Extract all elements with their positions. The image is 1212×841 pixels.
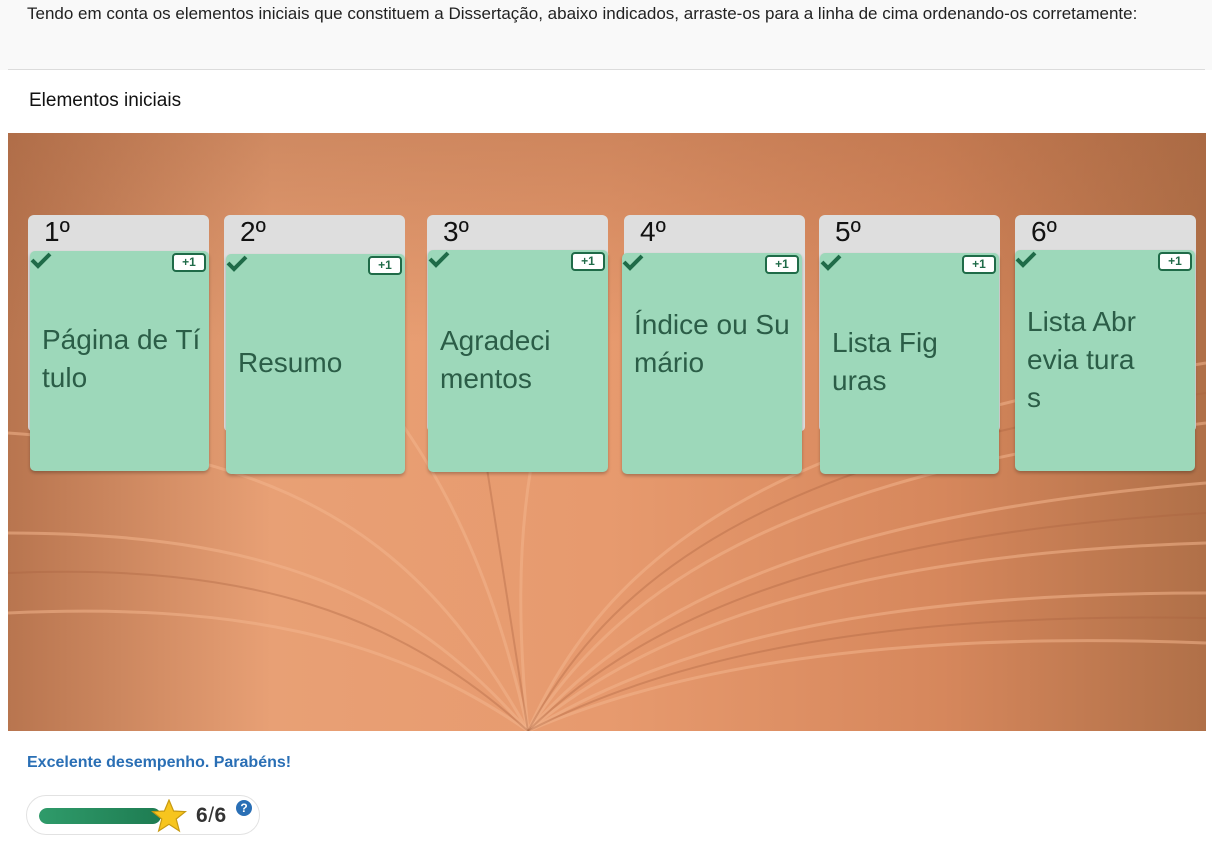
slot-number: 4º (640, 216, 666, 247)
answer-card-agradecimentos[interactable]: +1 Agradeci mentos (428, 250, 608, 472)
slot-number: 5º (835, 216, 861, 247)
plus-one-badge-icon: +1 (1158, 252, 1192, 271)
check-icon (30, 252, 52, 269)
slot-number: 2º (240, 216, 266, 247)
answer-card-indice-ou-sumario[interactable]: +1 Índice ou Sumário (622, 253, 802, 474)
check-icon (428, 251, 450, 268)
progress-fill (39, 808, 161, 824)
drop-slot-5[interactable]: 5º +1 Lista Figuras (819, 215, 1000, 474)
drop-slot-3[interactable]: 3º +1 Agradeci mentos (427, 215, 608, 472)
progress-track (39, 808, 161, 824)
card-label: Página de Título (42, 324, 201, 393)
score-current: 6 (196, 804, 209, 827)
card-label: Agradeci mentos (440, 325, 551, 394)
drop-slot-1[interactable]: 1º +1 Página de Título (28, 215, 209, 471)
score-total: 6 (214, 804, 227, 827)
plus-one-badge-icon: +1 (765, 255, 799, 274)
slot-number: 1º (44, 216, 70, 247)
star-icon (151, 799, 187, 833)
divider (8, 69, 1205, 70)
card-label: Lista Figuras (832, 327, 938, 396)
card-label: Resumo (238, 347, 343, 378)
score-bar: 6/6 ? (26, 795, 260, 835)
check-icon (1015, 251, 1037, 268)
slot-number: 3º (443, 216, 469, 247)
drop-slot-6[interactable]: 6º +1 Lista Abrevia turas (1015, 215, 1196, 471)
feedback-message: Excelente desempenho. Parabéns! (27, 754, 292, 771)
plus-one-badge-icon: +1 (368, 256, 402, 275)
drop-slot-2[interactable]: 2º +1 Resumo (224, 215, 405, 474)
slot-number: 6º (1031, 216, 1057, 247)
score-text: 6/6 (196, 804, 227, 828)
plus-one-badge-icon: +1 (962, 255, 996, 274)
drop-slot-4[interactable]: 4º +1 Índice ou Sumário (622, 215, 805, 474)
help-icon[interactable]: ? (236, 800, 252, 816)
card-label: Índice ou Sumário (634, 309, 790, 378)
answer-card-pagina-de-titulo[interactable]: +1 Página de Título (30, 251, 209, 471)
check-icon (226, 255, 248, 272)
plus-one-badge-icon: +1 (172, 253, 206, 272)
check-icon (622, 254, 644, 271)
plus-one-badge-icon: +1 (571, 252, 605, 271)
drop-board: 1º +1 Página de Título 2º +1 Resumo 3º +… (8, 133, 1206, 731)
section-title: Elementos iniciais (29, 90, 182, 111)
check-icon (820, 254, 842, 271)
question-text: Tendo em conta os elementos iniciais que… (27, 4, 1138, 23)
answer-card-lista-figuras[interactable]: +1 Lista Figuras (820, 253, 999, 474)
card-label: Lista Abrevia turas (1027, 306, 1136, 413)
answer-card-lista-abreviaturas[interactable]: +1 Lista Abrevia turas (1015, 250, 1195, 471)
answer-card-resumo[interactable]: +1 Resumo (226, 254, 405, 474)
